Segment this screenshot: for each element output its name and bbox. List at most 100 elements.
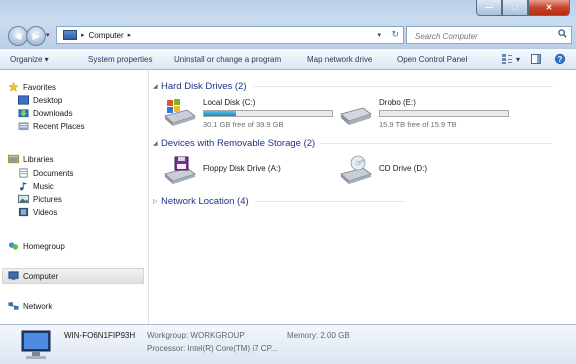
system-properties-button[interactable]: System properties (88, 55, 152, 64)
computer-large-icon (21, 330, 51, 359)
homegroup-icon (8, 242, 19, 250)
collapsed-icon: ▷ (153, 198, 158, 205)
capacity-bar-e (379, 110, 509, 117)
star-icon (8, 82, 19, 92)
drive-name-e: Drobo (E:) (379, 98, 416, 107)
memory-label: Memory: 2.00 GB (287, 331, 350, 340)
sidebar-label-homegroup: Homegroup (23, 241, 65, 251)
breadcrumb-separator-end[interactable]: ▸ (128, 31, 132, 39)
drive-name-c: Local Disk (C:) (203, 98, 256, 107)
breadcrumb-computer[interactable]: Computer (89, 31, 124, 40)
group-header-hard-disk[interactable]: ◢ Hard Disk Drives (2) (153, 80, 553, 92)
sidebar-label-videos: Videos (33, 207, 58, 217)
sidebar-item-desktop[interactable]: Desktop (18, 94, 62, 106)
hard-drive-windows-icon (164, 99, 196, 126)
desktop-icon (18, 95, 29, 105)
hard-drive-icon (340, 107, 372, 125)
drive-name-d: CD Drive (D:) (379, 164, 427, 173)
sidebar-label-downloads: Downloads (33, 108, 73, 118)
sidebar-item-videos[interactable]: Videos (18, 206, 57, 218)
group-title-removable: Devices with Removable Storage (2) (161, 137, 316, 149)
refresh-icon[interactable]: ↻ (391, 29, 399, 40)
uninstall-program-button[interactable]: Uninstall or change a program (174, 55, 281, 64)
capacity-bar-c (203, 110, 333, 117)
group-title-hard-disk: Hard Disk Drives (2) (161, 80, 247, 92)
drive-floppy-a[interactable]: Floppy Disk Drive (A:) (163, 154, 343, 190)
group-header-removable[interactable]: ◢ Devices with Removable Storage (2) (153, 137, 552, 149)
sidebar-label-pictures: Pictures (33, 194, 62, 204)
sidebar-item-pictures[interactable]: Pictures (18, 193, 62, 205)
sidebar-item-network[interactable]: Network (8, 300, 52, 312)
sidebar-item-favorites[interactable]: Favorites (8, 81, 56, 93)
sidebar-item-recent-places[interactable]: Recent Places (18, 120, 85, 132)
sidebar-item-documents[interactable]: Documents (18, 167, 73, 179)
search-box[interactable] (406, 26, 572, 44)
music-icon (20, 182, 28, 191)
computer-icon (8, 271, 19, 281)
group-divider (321, 142, 552, 144)
maximize-button[interactable]: □ (502, 0, 528, 16)
sidebar-label-music: Music (33, 181, 54, 191)
preview-pane-icon[interactable] (530, 53, 542, 65)
libraries-icon (8, 154, 19, 164)
sidebar-item-computer[interactable]: Computer (8, 270, 58, 282)
drive-cd-d[interactable]: CD Drive (D:) (339, 154, 519, 190)
arrow-right-icon: ▶ (32, 30, 40, 41)
close-button[interactable]: ✕ (528, 0, 570, 16)
view-dropdown-icon[interactable]: ▾ (516, 55, 520, 64)
view-options-icon[interactable] (501, 53, 513, 65)
sidebar-label-favorites: Favorites (23, 82, 56, 92)
expanded-icon: ◢ (153, 140, 158, 147)
sidebar-label-recent-places: Recent Places (33, 121, 85, 131)
map-network-drive-button[interactable]: Map network drive (307, 55, 372, 64)
network-icon (8, 302, 19, 310)
cd-drive-icon (340, 155, 372, 184)
drive-local-disk-c[interactable]: Local Disk (C:) 30.1 GB free of 39.9 GB (163, 96, 343, 132)
sidebar-item-homegroup[interactable]: Homegroup (8, 240, 65, 252)
address-dropdown-icon[interactable]: ▾ (377, 31, 381, 39)
organize-menu[interactable]: Organize ▾ (10, 55, 49, 64)
group-divider (254, 200, 405, 202)
videos-icon (18, 207, 29, 217)
drive-name-a: Floppy Disk Drive (A:) (203, 164, 281, 173)
recent-places-icon (18, 122, 29, 131)
window-controls: — □ ✕ (476, 0, 570, 16)
forward-button[interactable]: ▶ (26, 26, 46, 46)
open-control-panel-button[interactable]: Open Control Panel (397, 55, 467, 64)
expanded-icon: ◢ (153, 83, 158, 90)
drive-free-e: 15.9 TB free of 15.9 TB (379, 120, 457, 129)
help-icon[interactable]: ? (554, 53, 566, 65)
sidebar-item-music[interactable]: Music (18, 180, 54, 192)
svg-text:?: ? (558, 55, 563, 64)
sidebar-label-computer: Computer (23, 271, 59, 281)
workgroup-label: Workgroup: WORKGROUP (147, 331, 245, 340)
recent-pages-dropdown-icon[interactable]: ▾ (46, 31, 50, 39)
sidebar-item-libraries[interactable]: Libraries (8, 153, 54, 165)
search-input[interactable] (413, 28, 557, 44)
back-button[interactable]: ◀ (8, 26, 28, 46)
pictures-icon (18, 194, 29, 204)
details-pane: WIN-FO6N1FIP93H Workgroup: WORKGROUP Mem… (0, 324, 576, 364)
navigation-pane: Favorites Desktop Downloads Recent Place… (0, 70, 149, 324)
minimize-button[interactable]: — (476, 0, 502, 16)
drive-drobo-e[interactable]: Drobo (E:) 15.9 TB free of 15.9 TB (339, 96, 519, 132)
group-title-network: Network Location (4) (161, 195, 249, 207)
sidebar-item-downloads[interactable]: Downloads (18, 107, 73, 119)
breadcrumb-separator[interactable]: ▸ (81, 31, 85, 39)
computer-icon (63, 30, 77, 40)
content-pane: ◢ Hard Disk Drives (2) Local Disk (C:) 3… (149, 70, 576, 324)
navigation-row: ◀ ▶ ▾ ▸ Computer ▸ ▾ ↻ (0, 24, 576, 46)
sidebar-label-documents: Documents (33, 168, 74, 178)
drive-free-c: 30.1 GB free of 39.9 GB (203, 120, 284, 129)
documents-icon (19, 168, 28, 178)
address-bar[interactable]: ▸ Computer ▸ ▾ ↻ (56, 26, 404, 44)
floppy-drive-icon (164, 156, 196, 184)
group-header-network[interactable]: ▷ Network Location (4) (153, 195, 405, 207)
sidebar-label-network: Network (23, 301, 53, 311)
arrow-left-icon: ◀ (14, 30, 22, 41)
search-icon[interactable] (558, 29, 567, 38)
computer-name: WIN-FO6N1FIP93H (64, 331, 136, 340)
title-bar: — □ ✕ ◀ ▶ ▾ ▸ Computer ▸ ▾ ↻ (0, 0, 576, 54)
downloads-icon (18, 109, 29, 118)
command-bar: Organize ▾ System properties Uninstall o… (0, 48, 576, 70)
